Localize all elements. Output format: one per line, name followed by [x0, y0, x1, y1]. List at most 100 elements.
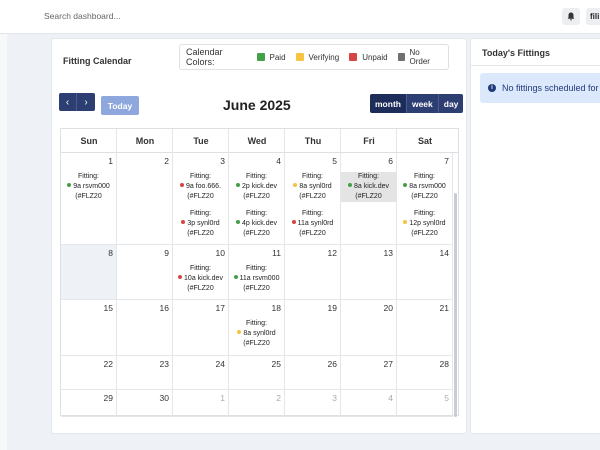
day-number: 20: [383, 303, 393, 313]
day-cell[interactable]: 22: [61, 356, 117, 390]
notifications-button[interactable]: [562, 8, 580, 25]
day-cell[interactable]: 25: [229, 356, 285, 390]
day-cell[interactable]: 3 Fitting: 9a foo.666. (#FLZ20 Fitting: 3p sy…: [173, 153, 229, 245]
status-dot: [347, 183, 352, 187]
event-name: 8a synl0rd: [299, 183, 332, 190]
day-cell[interactable]: 13: [341, 245, 397, 300]
day-number: 28: [439, 359, 449, 369]
day-cell[interactable]: 4: [341, 390, 397, 417]
user-menu-button[interactable]: fili: [586, 8, 600, 25]
fitting-event[interactable]: Fitting: 10a kick.dev (#FLZ20: [173, 264, 228, 294]
view-month-button[interactable]: month: [370, 94, 407, 113]
bell-icon: [567, 12, 575, 21]
event-title: Fitting:: [245, 210, 267, 217]
fitting-event[interactable]: Fitting: 11a rsvm000 (#FLZ20: [229, 264, 284, 294]
fitting-event[interactable]: Fitting: 8a synl0rd (#FLZ20: [285, 172, 340, 202]
event-name: 3p synl0rd: [187, 220, 220, 227]
fitting-event[interactable]: Fitting: 9a foo.666. (#FLZ20: [173, 172, 228, 202]
fitting-event[interactable]: Fitting: 8a synl0rd (#FLZ20: [229, 319, 284, 349]
day-cell[interactable]: 18 Fitting: 8a synl0rd (#FLZ20: [229, 300, 285, 356]
event-ref: (#FLZ20: [75, 193, 102, 200]
day-cell[interactable]: 4 Fitting: 2p kick.dev (#FLZ20 Fitting: 4p ki…: [229, 153, 285, 245]
event-title: Fitting:: [189, 173, 211, 180]
next-month-button[interactable]: ›: [77, 93, 95, 111]
event-title: Fitting:: [357, 173, 379, 180]
chevron-right-icon: ›: [84, 96, 88, 108]
event-title: Fitting:: [189, 210, 211, 217]
event-title: Fitting:: [245, 320, 267, 327]
day-cell[interactable]: 5 Fitting: 8a synl0rd (#FLZ20 Fitting: 11a sy…: [285, 153, 341, 245]
event-name-row: 11a rsvm000: [229, 274, 284, 284]
day-cell[interactable]: 24: [173, 356, 229, 390]
day-cell[interactable]: 21: [397, 300, 453, 356]
day-cell[interactable]: 1 Fitting: 9a rsvm000 (#FLZ20: [61, 153, 117, 245]
divider: [471, 65, 600, 66]
month-grid: Sun Mon Tue Wed Thu Fri Sat 1 Fitting: 9a rsvm00…: [60, 128, 459, 417]
event-name: 11a rsvm000: [239, 275, 280, 282]
day-cell[interactable]: 28: [397, 356, 453, 390]
day-cell[interactable]: 23: [117, 356, 173, 390]
day-number: 3: [220, 156, 225, 166]
day-cell[interactable]: 26: [285, 356, 341, 390]
day-cell[interactable]: 6 Fitting: 8a kick.dev (#FLZ20: [341, 153, 397, 245]
day-cell[interactable]: 19: [285, 300, 341, 356]
day-cell[interactable]: 30: [117, 390, 173, 417]
day-cell[interactable]: 2: [229, 390, 285, 417]
fitting-event[interactable]: Fitting: 2p kick.dev (#FLZ20: [229, 172, 284, 202]
day-number: 11: [272, 248, 281, 258]
day-cell[interactable]: 2: [117, 153, 173, 245]
event-name-row: 2p kick.dev: [229, 182, 284, 192]
day-cell[interactable]: 11 Fitting: 11a rsvm000 (#FLZ20: [229, 245, 285, 300]
search-input[interactable]: Search dashboard...: [44, 11, 121, 21]
status-dot: [403, 183, 408, 187]
legend-item-no-order: No Order: [397, 48, 438, 66]
event-ref: (#FLZ20: [187, 193, 214, 200]
status-dot: [179, 183, 184, 187]
event-name-row: 8a synl0rd: [285, 182, 340, 192]
day-cell[interactable]: 15: [61, 300, 117, 356]
fitting-event[interactable]: Fitting: 8a kick.dev (#FLZ20: [341, 172, 396, 202]
fitting-event[interactable]: Fitting: 11a synl0rd (#FLZ20: [285, 209, 340, 239]
fitting-event[interactable]: Fitting: 9a rsvm000 (#FLZ20: [61, 172, 116, 202]
day-cell[interactable]: 8: [61, 245, 117, 300]
fitting-event[interactable]: Fitting: 8a rsvm000 (#FLZ20: [397, 172, 452, 202]
card-title: Fitting Calendar: [63, 56, 132, 66]
event-ref: (#FLZ20: [243, 230, 270, 237]
day-cell[interactable]: 3: [285, 390, 341, 417]
day-number: 3: [332, 393, 337, 403]
status-dot: [178, 275, 183, 279]
day-cell[interactable]: 16: [117, 300, 173, 356]
day-cell[interactable]: 17: [173, 300, 229, 356]
day-cell[interactable]: 20: [341, 300, 397, 356]
day-cell[interactable]: 9: [117, 245, 173, 300]
day-cell[interactable]: 27: [341, 356, 397, 390]
calendar-scrollbar[interactable]: [454, 193, 457, 417]
day-cell[interactable]: 1: [173, 390, 229, 417]
day-number: 6: [388, 156, 393, 166]
day-cell[interactable]: 5: [397, 390, 453, 417]
day-cell[interactable]: 14: [397, 245, 453, 300]
day-number: 1: [220, 393, 225, 403]
day-cell[interactable]: 12: [285, 245, 341, 300]
event-name: 12p synl0rd: [409, 220, 446, 227]
day-number: 17: [215, 303, 225, 313]
prev-month-button[interactable]: ‹: [59, 93, 77, 111]
day-number: 19: [327, 303, 337, 313]
day-cell[interactable]: 29: [61, 390, 117, 417]
day-cell[interactable]: 10 Fitting: 10a kick.dev (#FLZ20: [173, 245, 229, 300]
view-week-button[interactable]: week: [406, 94, 439, 113]
weekday-fri: Fri: [363, 136, 375, 146]
today-button[interactable]: Today: [101, 96, 139, 115]
view-day-button[interactable]: day: [438, 94, 464, 113]
event-title: Fitting:: [413, 210, 435, 217]
fitting-event[interactable]: Fitting: 4p kick.dev (#FLZ20: [229, 209, 284, 239]
day-cell[interactable]: 7 Fitting: 8a rsvm000 (#FLZ20 Fitting: 12p sy…: [397, 153, 453, 245]
day-number: 4: [276, 156, 281, 166]
event-ref: (#FLZ20: [187, 230, 214, 237]
fitting-event[interactable]: Fitting: 12p synl0rd (#FLZ20: [397, 209, 452, 239]
day-number: 30: [159, 393, 169, 403]
calendar-legend: Calendar Colors: Paid Verifying Unpaid N…: [179, 44, 449, 70]
event-title: Fitting:: [77, 173, 99, 180]
event-ref: (#FLZ20: [299, 193, 326, 200]
fitting-event[interactable]: Fitting: 3p synl0rd (#FLZ20: [173, 209, 228, 239]
